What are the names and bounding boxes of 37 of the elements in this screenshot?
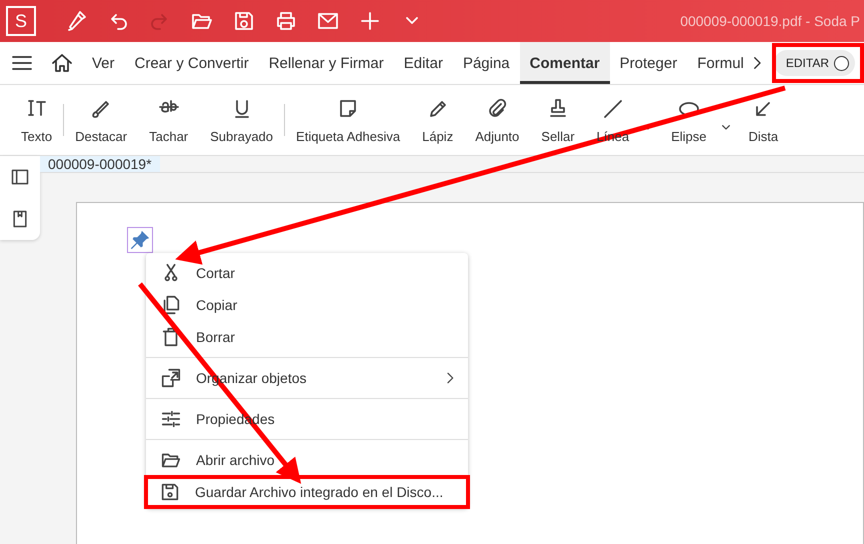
- plus-icon[interactable]: [358, 9, 382, 33]
- context-menu-item[interactable]: Copiar: [146, 289, 468, 321]
- home-icon[interactable]: [50, 51, 74, 75]
- menu-tab[interactable]: Formul: [687, 42, 754, 84]
- tool-button[interactable]: Destacar: [64, 96, 138, 144]
- panel-icon[interactable]: [10, 167, 30, 187]
- tool-button[interactable]: Tachar: [138, 96, 200, 144]
- menu-tab[interactable]: Editar: [394, 42, 453, 84]
- tool-button[interactable]: Lápiz: [411, 96, 464, 144]
- window-title: 000009-000019.pdf - Soda P: [680, 13, 860, 29]
- context-menu-item[interactable]: Abrir archivo: [146, 444, 468, 476]
- context-menu-item[interactable]: Guardar Archivo integrado en el Disco...: [145, 476, 469, 508]
- tool-button[interactable]: Subrayado: [199, 96, 284, 144]
- sliders-icon: [160, 408, 182, 430]
- tool-button[interactable]: Etiqueta Adhesiva: [285, 96, 412, 144]
- tool-button[interactable]: Adjunto: [464, 96, 530, 144]
- document-tab[interactable]: 000009-000019*: [40, 156, 160, 172]
- tool-button[interactable]: Dista: [738, 96, 790, 144]
- menu-tab[interactable]: Página: [452, 42, 520, 84]
- pin-icon: [129, 229, 151, 251]
- menu-tab[interactable]: Ver: [82, 42, 125, 84]
- pin-annotation[interactable]: [127, 227, 153, 253]
- tool-button[interactable]: Texto: [10, 96, 64, 144]
- context-menu-item[interactable]: Borrar: [146, 321, 468, 353]
- app-logo: S: [6, 6, 36, 36]
- menu-tab[interactable]: Proteger: [610, 42, 688, 84]
- save-icon: [159, 481, 181, 503]
- print-icon[interactable]: [274, 9, 298, 33]
- edit-toggle[interactable]: EDITAR: [774, 50, 856, 76]
- tool-button[interactable]: Elipse: [660, 96, 718, 144]
- menu-tab[interactable]: Comentar: [520, 42, 610, 84]
- arrange-icon: [160, 367, 182, 389]
- save-icon[interactable]: [232, 9, 256, 33]
- menu-tab[interactable]: Crear y Convertir: [124, 42, 259, 84]
- menu-tab[interactable]: Rellenar y Firmar: [258, 42, 394, 84]
- context-menu-item[interactable]: Cortar: [146, 257, 468, 289]
- tool-button[interactable]: Sellar: [530, 96, 586, 144]
